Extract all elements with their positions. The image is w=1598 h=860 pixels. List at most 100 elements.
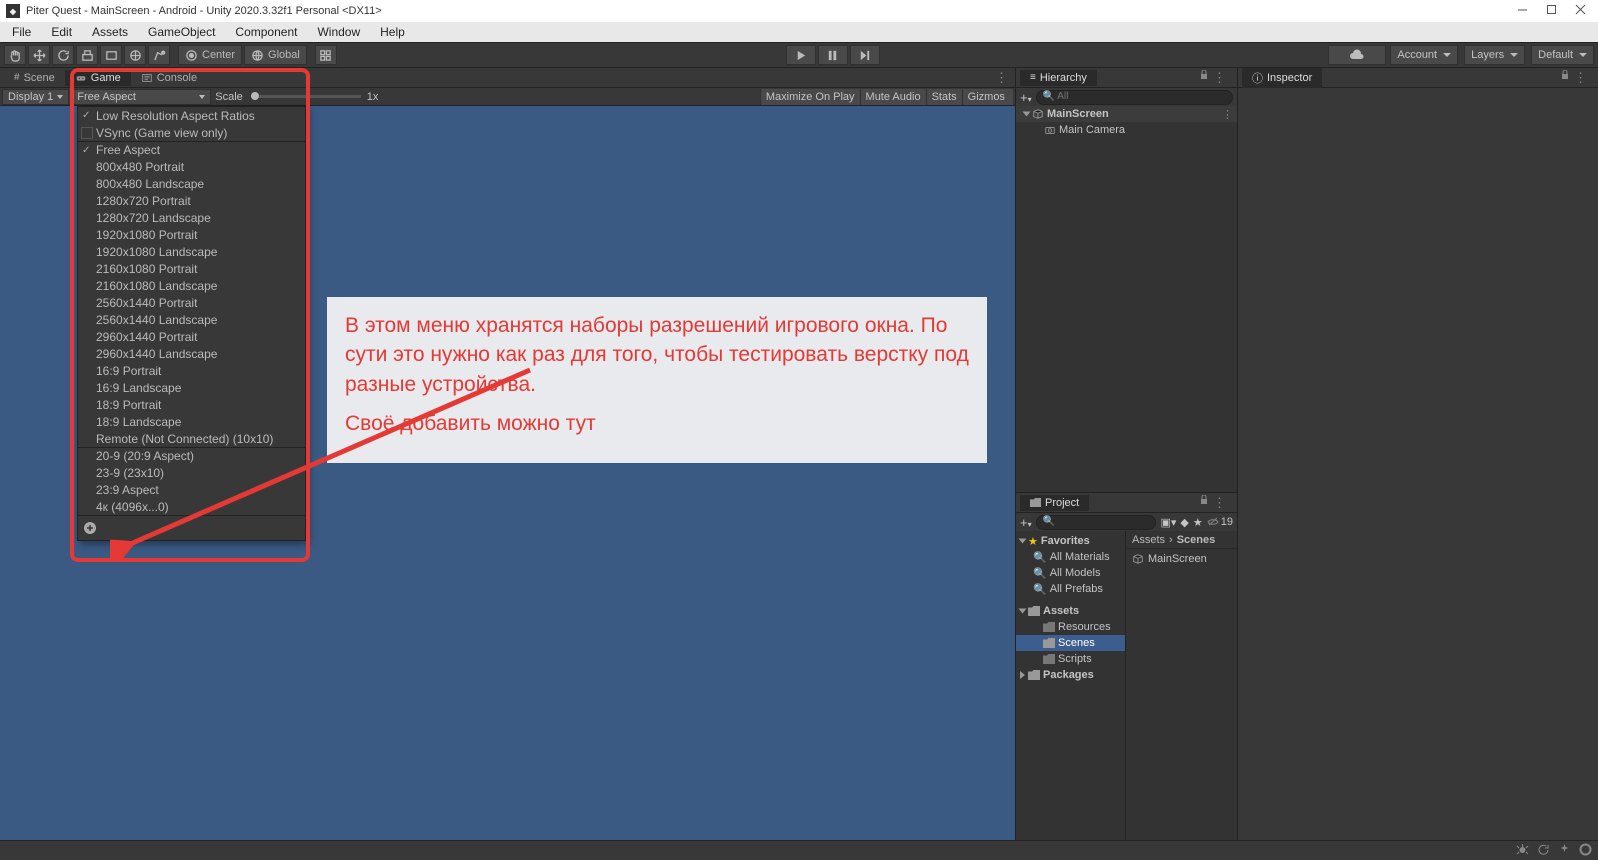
progress-icon[interactable] (1579, 843, 1592, 859)
res-item[interactable]: 2160x1080 Portrait (78, 260, 305, 277)
res-item[interactable]: 18:9 Portrait (78, 396, 305, 413)
menu-edit[interactable]: Edit (43, 23, 80, 41)
add-resolution-button[interactable] (82, 520, 98, 536)
res-item[interactable]: 16:9 Landscape (78, 379, 305, 396)
project-options[interactable]: ⋮ (1213, 495, 1227, 511)
menu-assets[interactable]: Assets (84, 23, 136, 41)
res-item[interactable]: 20-9 (20:9 Aspect) (78, 447, 305, 464)
tab-hierarchy[interactable]: ≡Hierarchy (1020, 70, 1097, 86)
scale-slider[interactable] (251, 95, 361, 98)
tree-item[interactable]: 🔍 All Models (1016, 565, 1125, 581)
snap-toggle[interactable] (315, 45, 337, 65)
res-item[interactable]: 2960x1440 Portrait (78, 328, 305, 345)
res-item[interactable]: Remote (Not Connected) (10x10) (78, 430, 305, 447)
rotate-tool[interactable] (52, 45, 74, 65)
filter-fav-icon[interactable]: ★ (1193, 516, 1203, 529)
project-breadcrumb[interactable]: Assets›Scenes (1126, 531, 1237, 549)
menu-help[interactable]: Help (372, 23, 413, 41)
res-item[interactable]: 2560x1440 Landscape (78, 311, 305, 328)
res-item[interactable]: 1280x720 Portrait (78, 192, 305, 209)
layers-dropdown[interactable]: Layers (1464, 45, 1525, 65)
layout-dropdown[interactable]: Default (1531, 45, 1594, 65)
autosave-icon[interactable] (1537, 843, 1550, 859)
menu-window[interactable]: Window (309, 23, 368, 41)
pause-button[interactable] (818, 45, 848, 65)
hierarchy-search[interactable]: 🔍 All (1036, 90, 1233, 105)
scale-label: Scale (213, 91, 245, 103)
hierarchy-item[interactable]: Main Camera (1016, 122, 1237, 138)
project-search[interactable]: 🔍 (1036, 515, 1157, 530)
play-button[interactable] (786, 45, 816, 65)
hand-tool[interactable] (4, 45, 26, 65)
stats[interactable]: Stats (926, 89, 962, 105)
res-item[interactable]: 1920x1080 Portrait (78, 226, 305, 243)
pivot-center-toggle[interactable]: Center (178, 45, 242, 65)
local-global-toggle[interactable]: Global (244, 45, 307, 65)
hidden-count[interactable]: 19 (1207, 516, 1233, 528)
menu-component[interactable]: Component (227, 23, 305, 41)
res-item[interactable]: 1280x720 Landscape (78, 209, 305, 226)
res-item[interactable]: 800x480 Landscape (78, 175, 305, 192)
tree-item[interactable]: Scripts (1016, 651, 1125, 667)
tab-inspector[interactable]: ⓘInspector (1242, 68, 1322, 88)
res-vsync-toggle[interactable]: VSync (Game view only) (78, 124, 305, 141)
mute-audio[interactable]: Mute Audio (860, 89, 926, 105)
filter-label-icon[interactable]: ◆ (1180, 516, 1188, 529)
hierarchy-scene[interactable]: MainScreen ⋮ (1016, 106, 1237, 122)
res-item[interactable]: 2560x1440 Portrait (78, 294, 305, 311)
tree-item-selected[interactable]: Scenes (1016, 635, 1125, 651)
tree-favorites[interactable]: ★Favorites (1016, 533, 1125, 549)
display-dropdown[interactable]: Display 1 (2, 89, 69, 105)
tree-packages[interactable]: Packages (1016, 667, 1125, 683)
tab-console[interactable]: Console (131, 70, 207, 86)
game-viewport: ✓Low Resolution Aspect Ratios VSync (Gam… (0, 106, 1015, 860)
lock-icon[interactable] (1199, 70, 1209, 86)
cloud-button[interactable] (1328, 45, 1386, 65)
res-item[interactable]: 2960x1440 Landscape (78, 345, 305, 362)
transform-tool[interactable] (124, 45, 146, 65)
maximize-on-play[interactable]: Maximize On Play (760, 89, 860, 105)
res-low-toggle[interactable]: ✓Low Resolution Aspect Ratios (78, 107, 305, 124)
lock-icon[interactable] (1199, 495, 1209, 511)
step-button[interactable] (850, 45, 880, 65)
res-item[interactable]: ✓Free Aspect (78, 141, 305, 158)
aspect-dropdown[interactable]: Free Aspect (71, 89, 211, 105)
project-add[interactable]: +▾ (1020, 515, 1032, 530)
sparkle-icon[interactable] (1558, 843, 1571, 859)
tab-scene[interactable]: #Scene (4, 70, 65, 86)
minimize-button[interactable] (1517, 4, 1528, 18)
res-item[interactable]: 2160x1080 Landscape (78, 277, 305, 294)
res-item[interactable]: 23-9 (23x10) (78, 464, 305, 481)
project-tabs: Project ⋮ (1016, 493, 1237, 513)
tree-item[interactable]: 🔍 All Prefabs (1016, 581, 1125, 597)
inspector-options[interactable]: ⋮ (1574, 70, 1588, 86)
move-tool[interactable] (28, 45, 50, 65)
bug-icon[interactable] (1516, 843, 1529, 859)
scale-tool[interactable] (76, 45, 98, 65)
res-item[interactable]: 800x480 Portrait (78, 158, 305, 175)
hierarchy-add[interactable]: +▾ (1020, 90, 1032, 105)
lock-icon[interactable] (1560, 70, 1570, 86)
tree-item[interactable]: Resources (1016, 619, 1125, 635)
tab-game[interactable]: Game (65, 70, 131, 86)
res-item[interactable]: 16:9 Portrait (78, 362, 305, 379)
account-dropdown[interactable]: Account (1390, 45, 1458, 65)
res-item[interactable]: 1920x1080 Landscape (78, 243, 305, 260)
res-item[interactable]: 18:9 Landscape (78, 413, 305, 430)
menu-gameobject[interactable]: GameObject (140, 23, 223, 41)
filter-type-icon[interactable]: ▣▾ (1160, 516, 1176, 529)
rect-tool[interactable] (100, 45, 122, 65)
res-item[interactable]: 23:9 Aspect (78, 481, 305, 498)
menu-file[interactable]: File (4, 23, 39, 41)
res-item[interactable]: 4к (4096x...0) (78, 498, 305, 515)
tree-item[interactable]: 🔍 All Materials (1016, 549, 1125, 565)
hierarchy-options[interactable]: ⋮ (1213, 70, 1227, 86)
close-button[interactable] (1575, 4, 1586, 18)
tab-project[interactable]: Project (1020, 495, 1089, 511)
gizmos-dropdown[interactable]: Gizmos (962, 89, 1013, 105)
project-file[interactable]: MainScreen (1132, 551, 1231, 567)
maximize-button[interactable] (1546, 4, 1557, 18)
tree-assets[interactable]: Assets (1016, 603, 1125, 619)
custom-tool[interactable] (148, 45, 170, 65)
tab-options[interactable]: ⋮ (995, 70, 1009, 86)
